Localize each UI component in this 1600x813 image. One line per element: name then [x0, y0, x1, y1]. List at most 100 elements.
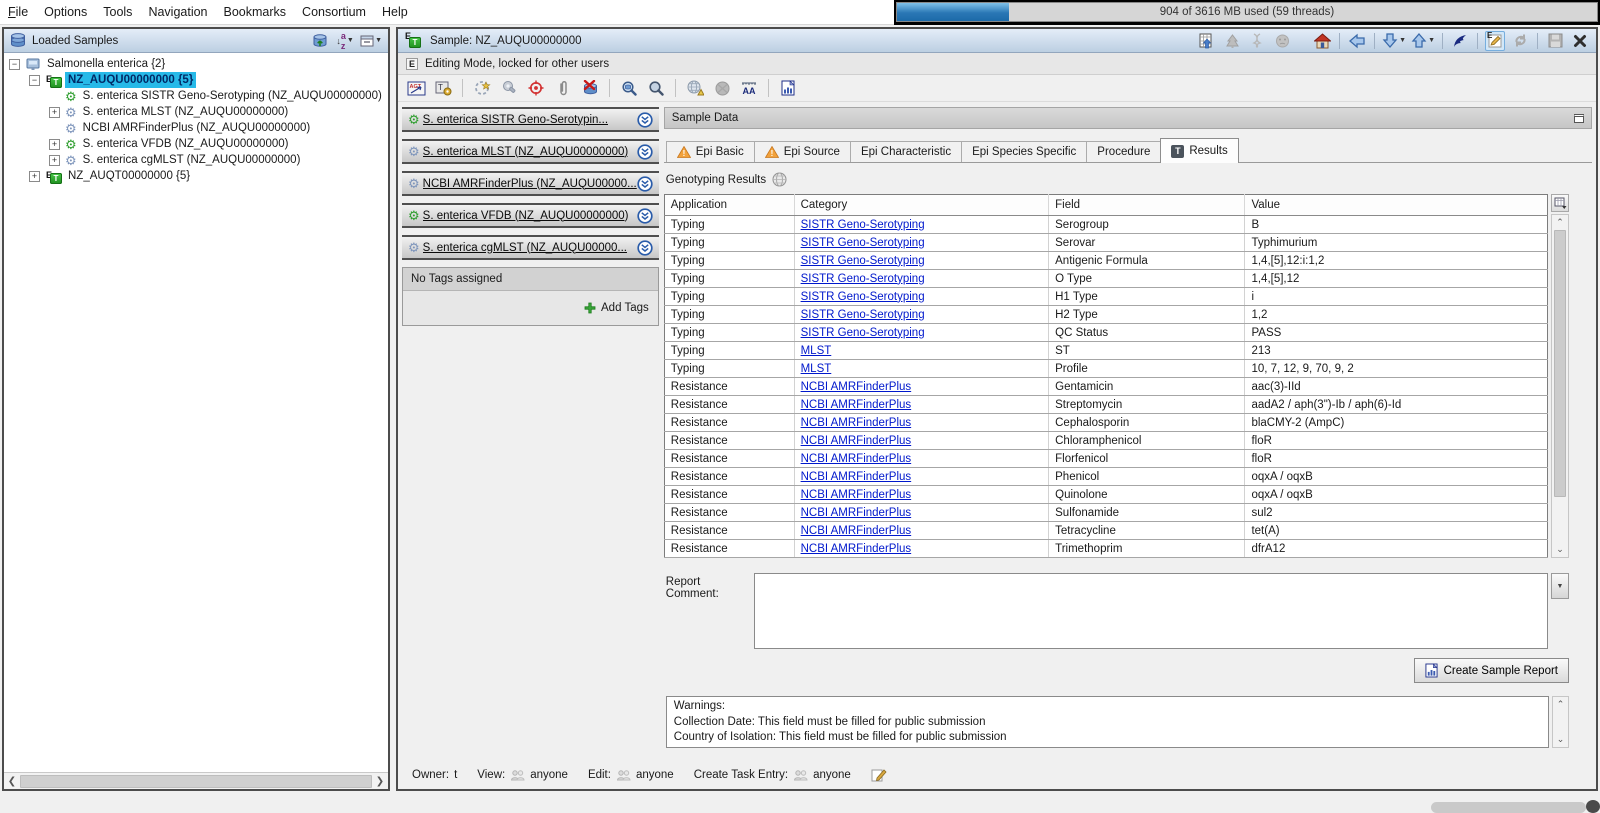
edit-mode-toggle[interactable]: E	[1485, 31, 1505, 51]
scroll-down-icon[interactable]: ⌄	[1552, 542, 1568, 557]
col-header-category[interactable]: Category	[794, 195, 1049, 216]
edit-permissions-icon[interactable]	[871, 768, 887, 782]
category-link[interactable]: NCBI AMRFinderPlus	[801, 435, 912, 447]
menu-bookmarks[interactable]: Bookmarks	[216, 0, 295, 24]
tab-epi-characteristic[interactable]: Epi Characteristic	[850, 141, 962, 162]
tab-procedure[interactable]: Procedure	[1086, 141, 1161, 162]
task-entry-link[interactable]: S. enterica SISTR Geno-Serotypin...	[423, 114, 608, 126]
back-arrow-icon[interactable]	[1347, 31, 1367, 51]
warnings-scrollbar[interactable]: ⌃ ⌄	[1552, 696, 1569, 748]
menu-options[interactable]: Options	[36, 0, 95, 24]
target-icon[interactable]	[526, 78, 546, 98]
tree-item[interactable]: +⚙S. enterica VFDB (NZ_AUQU00000000)	[4, 136, 388, 152]
submit-public-icon[interactable]	[685, 78, 705, 98]
bottom-scroll-knob[interactable]	[1586, 800, 1600, 813]
menu-help[interactable]: Help	[374, 0, 416, 24]
col-header-application[interactable]: Application	[664, 195, 794, 216]
tree-item[interactable]: +⚙S. enterica MLST (NZ_AUQU00000000)	[4, 104, 388, 120]
category-link[interactable]: SISTR Geno-Serotyping	[801, 219, 925, 231]
scroll-left-icon[interactable]: ❮	[4, 773, 20, 789]
font-size-icon[interactable]: AA	[739, 78, 759, 98]
chevron-double-down-icon[interactable]	[637, 112, 653, 128]
category-link[interactable]: NCBI AMRFinderPlus	[801, 489, 912, 501]
category-link[interactable]: NCBI AMRFinderPlus	[801, 471, 912, 483]
chevron-double-down-icon[interactable]	[637, 208, 653, 224]
task-entry-link[interactable]: S. enterica cgMLST (NZ_AUQU00000...	[423, 242, 627, 254]
table-vertical-scrollbar[interactable]: ⌃ ⌄	[1551, 214, 1569, 558]
home-icon[interactable]	[1312, 31, 1332, 51]
category-link[interactable]: SISTR Geno-Serotyping	[801, 273, 925, 285]
chevron-double-down-icon[interactable]	[637, 144, 653, 160]
tree-item[interactable]: ⚙NCBI AMRFinderPlus (NZ_AUQU00000000)	[4, 120, 388, 136]
create-sample-report-button[interactable]: Create Sample Report	[1414, 658, 1569, 683]
menu-tools[interactable]: Tools	[95, 0, 140, 24]
tab-epi-species-specific[interactable]: Epi Species Specific	[961, 141, 1087, 162]
category-link[interactable]: NCBI AMRFinderPlus	[801, 507, 912, 519]
attachment-icon[interactable]	[553, 78, 573, 98]
task-entry-link[interactable]: NCBI AMRFinderPlus (NZ_AUQU00000...	[423, 178, 637, 190]
category-link[interactable]: SISTR Geno-Serotyping	[801, 255, 925, 267]
up-arrow-icon[interactable]: ▼	[1411, 31, 1435, 51]
recompute-icon[interactable]	[472, 78, 492, 98]
tree-expander-icon[interactable]: +	[49, 139, 60, 150]
database-upload-icon[interactable]	[310, 31, 330, 51]
tree-item[interactable]: −ETNZ_AUQU00000000 {5}	[4, 72, 388, 88]
assign-procedure-icon[interactable]	[499, 78, 519, 98]
category-link[interactable]: MLST	[801, 363, 832, 375]
tab-epi-basic[interactable]: !Epi Basic	[666, 141, 755, 162]
scroll-up-icon[interactable]: ⌃	[1552, 215, 1568, 230]
trace-view-icon[interactable]: AGT	[406, 78, 426, 98]
hscroll-thumb[interactable]	[20, 775, 372, 788]
table-settings-icon[interactable]: T	[433, 78, 453, 98]
chevron-double-down-icon[interactable]	[637, 240, 653, 256]
add-tags-button[interactable]: Add Tags	[601, 302, 649, 314]
tree-item[interactable]: +ETNZ_AUQT00000000 {5}	[4, 168, 388, 184]
category-link[interactable]: SISTR Geno-Serotyping	[801, 291, 925, 303]
down-arrow-icon[interactable]: ▼	[1382, 31, 1406, 51]
column-config-icon[interactable]	[1551, 194, 1569, 212]
report-comment-dropdown[interactable]: ▼	[1551, 573, 1569, 599]
menu-file[interactable]: File	[0, 0, 36, 24]
tree-expander-icon[interactable]: +	[49, 107, 60, 118]
category-link[interactable]: NCBI AMRFinderPlus	[801, 381, 912, 393]
category-link[interactable]: NCBI AMRFinderPlus	[801, 417, 912, 429]
scroll-down-icon[interactable]: ⌄	[1553, 732, 1568, 747]
category-link[interactable]: SISTR Geno-Serotyping	[801, 237, 925, 249]
tree-item[interactable]: +⚙S. enterica cgMLST (NZ_AUQU00000000)	[4, 152, 388, 168]
tree-item[interactable]: ⚙S. enterica SISTR Geno-Serotyping (NZ_A…	[4, 88, 388, 104]
category-link[interactable]: MLST	[801, 345, 832, 357]
goto-task-icon[interactable]	[1450, 31, 1470, 51]
delete-sample-icon[interactable]	[580, 78, 600, 98]
tree-expander-icon[interactable]: −	[29, 75, 40, 86]
scroll-right-icon[interactable]: ❯	[372, 773, 388, 789]
sort-az-icon[interactable]: ↓az▼	[335, 31, 355, 51]
tree-expander-icon[interactable]: +	[29, 171, 40, 182]
tree-horizontal-scrollbar[interactable]: ❮ ❯	[4, 772, 388, 789]
col-header-field[interactable]: Field	[1049, 195, 1245, 216]
panel-layout-icon[interactable]: ▼	[360, 31, 382, 51]
tree-item[interactable]: −Salmonella enterica {2}	[4, 56, 388, 72]
tab-results[interactable]: TResults	[1160, 138, 1238, 163]
task-entry-link[interactable]: S. enterica VFDB (NZ_AUQU00000000)	[423, 210, 629, 222]
category-link[interactable]: NCBI AMRFinderPlus	[801, 453, 912, 465]
tree-expander-icon[interactable]: +	[49, 155, 60, 166]
report-comment-input[interactable]	[754, 573, 1548, 649]
category-link[interactable]: SISTR Geno-Serotyping	[801, 309, 925, 321]
category-link[interactable]: SISTR Geno-Serotyping	[801, 327, 925, 339]
category-link[interactable]: NCBI AMRFinderPlus	[801, 525, 912, 537]
col-header-value[interactable]: Value	[1245, 195, 1548, 216]
search-database-icon[interactable]	[619, 78, 639, 98]
tree-expander-icon[interactable]: −	[9, 59, 20, 70]
restore-panel-icon[interactable]	[1574, 114, 1584, 123]
vscroll-thumb[interactable]	[1554, 230, 1566, 497]
chevron-double-down-icon[interactable]	[637, 176, 653, 192]
tab-epi-source[interactable]: !Epi Source	[754, 141, 851, 162]
task-entry-link[interactable]: S. enterica MLST (NZ_AUQU00000000)	[423, 146, 629, 158]
scroll-up-icon[interactable]: ⌃	[1553, 697, 1568, 712]
table-export-icon[interactable]	[1197, 31, 1217, 51]
bottom-horizontal-scrollbar[interactable]	[1431, 802, 1586, 813]
sample-report-icon[interactable]	[778, 78, 798, 98]
close-icon[interactable]	[1570, 31, 1590, 51]
search-icon[interactable]	[646, 78, 666, 98]
menu-consortium[interactable]: Consortium	[294, 0, 374, 24]
